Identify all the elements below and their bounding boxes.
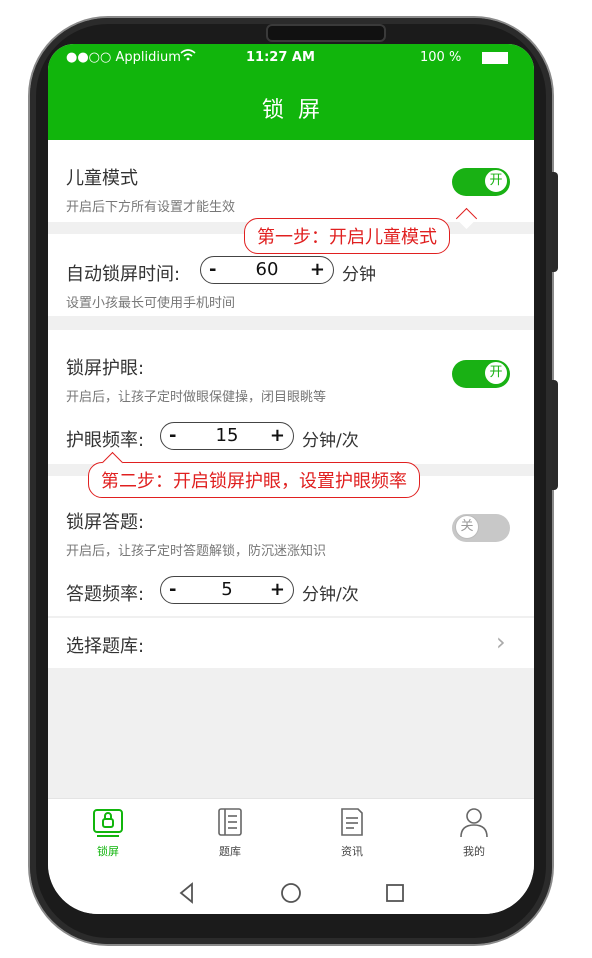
system-nav-bar [48, 870, 534, 914]
toggle-knob: 开 [484, 169, 508, 193]
step2-callout: 第二步：开启锁屏护眼，设置护眼频率 [88, 451, 420, 498]
wifi-icon [180, 49, 196, 65]
volume-button [552, 172, 558, 272]
auto-lock-minus-button[interactable]: - [209, 259, 216, 280]
status-time: 11:27 AM [246, 50, 315, 65]
bottom-tab-bar: 锁屏 题库 资讯 我的 [48, 798, 534, 871]
eye-protection-hint: 开启后，让孩子定时做眼保健操，闭目眼眺等 [66, 390, 327, 405]
app-header: 锁屏 [48, 70, 534, 140]
auto-lock-plus-button[interactable]: + [310, 259, 325, 280]
tab-label: 锁屏 [97, 845, 119, 858]
phone-screen: ●●○○ Applidium 11:27 AM 100 % 锁屏 儿童模式 开启… [48, 44, 534, 914]
tab-question-bank[interactable]: 题库 [190, 805, 270, 859]
quiz-hint: 开启后，让孩子定时答题解锁，防沉迷涨知识 [66, 544, 327, 559]
eye-protection-label: 锁屏护眼: [66, 358, 145, 379]
chevron-right-icon: › [496, 628, 506, 656]
back-icon[interactable] [172, 878, 202, 908]
home-icon[interactable] [276, 878, 306, 908]
question-bank-label: 选择题库: [66, 636, 145, 657]
tab-label: 题库 [219, 845, 241, 858]
toggle-knob: 开 [484, 361, 508, 385]
question-bank-icon [213, 805, 247, 839]
speaker-grille [266, 24, 386, 42]
child-mode-toggle[interactable]: 开 [452, 168, 510, 196]
question-bank-row[interactable]: 选择题库: › [48, 618, 534, 668]
eye-frequency-plus-button[interactable]: + [270, 425, 285, 446]
carrier-label: ●●○○ Applidium [66, 50, 181, 65]
recents-icon[interactable] [380, 878, 410, 908]
eye-frequency-label: 护眼频率: [66, 430, 145, 451]
lock-screen-icon [91, 805, 125, 839]
tab-label: 资讯 [341, 845, 363, 858]
eye-frequency-minus-button[interactable]: - [169, 425, 176, 446]
auto-lock-hint: 设置小孩最长可使用手机时间 [66, 296, 236, 311]
tab-profile[interactable]: 我的 [434, 805, 514, 859]
battery-icon [482, 52, 508, 64]
toggle-knob: 关 [455, 515, 479, 539]
auto-lock-label: 自动锁屏时间: [66, 264, 181, 285]
eye-protection-toggle[interactable]: 开 [452, 360, 510, 388]
quiz-frequency-stepper: 5 - + [160, 576, 294, 604]
news-icon [335, 805, 369, 839]
battery-percent: 100 % [420, 50, 462, 65]
tab-news[interactable]: 资讯 [312, 805, 392, 859]
quiz-toggle[interactable]: 关 [452, 514, 510, 542]
child-mode-section: 儿童模式 开启后下方所有设置才能生效 开 [48, 140, 534, 222]
child-mode-label: 儿童模式 [66, 168, 138, 189]
step1-callout-text: 第一步：开启儿童模式 [257, 227, 437, 248]
page-title: 锁屏 [261, 98, 334, 123]
quiz-label: 锁屏答题: [66, 512, 145, 533]
profile-icon [457, 805, 491, 839]
auto-lock-unit: 分钟 [342, 265, 376, 285]
tab-label: 我的 [463, 845, 485, 858]
eye-frequency-unit: 分钟/次 [302, 431, 359, 451]
step2-callout-text: 第二步：开启锁屏护眼，设置护眼频率 [101, 471, 407, 492]
step1-callout: 第一步：开启儿童模式 [244, 207, 478, 254]
auto-lock-stepper: 60 - + [200, 256, 334, 284]
quiz-frequency-minus-button[interactable]: - [169, 579, 176, 600]
child-mode-hint: 开启后下方所有设置才能生效 [66, 200, 236, 215]
quiz-frequency-plus-button[interactable]: + [270, 579, 285, 600]
power-button [552, 380, 558, 490]
quiz-frequency-label: 答题频率: [66, 584, 145, 605]
quiz-frequency-unit: 分钟/次 [302, 585, 359, 605]
tab-lock-screen[interactable]: 锁屏 [68, 805, 148, 859]
eye-protection-section: 锁屏护眼: 开启后，让孩子定时做眼保健操，闭目眼眺等 开 护眼频率: 15 - … [48, 330, 534, 464]
status-bar: ●●○○ Applidium 11:27 AM 100 % [48, 44, 534, 70]
eye-frequency-stepper: 15 - + [160, 422, 294, 450]
